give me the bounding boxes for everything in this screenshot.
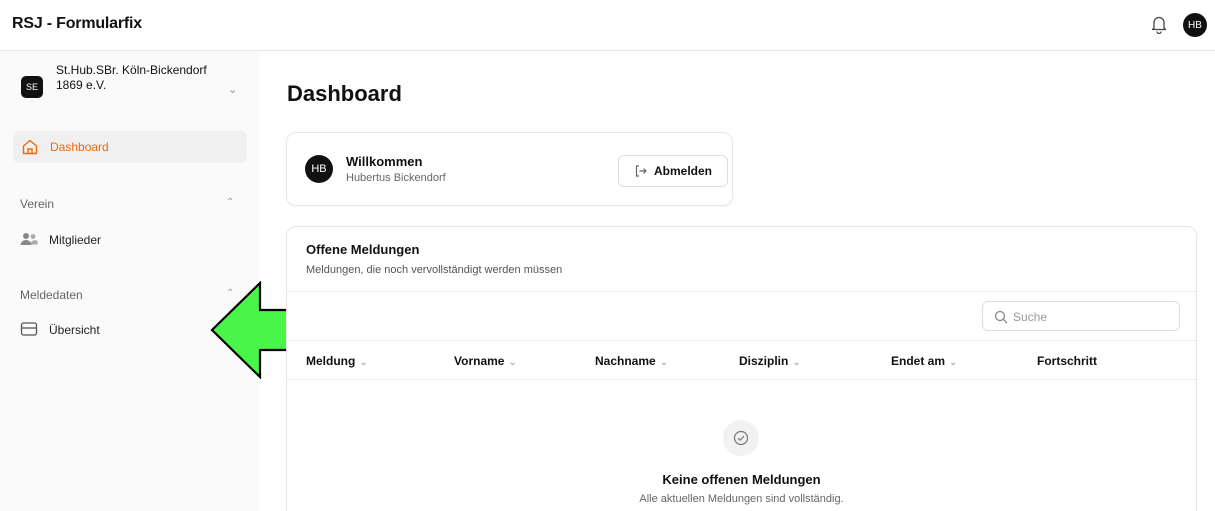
column-disziplin[interactable]: Disziplin ⌄ — [739, 354, 801, 368]
welcome-card: HB Willkommen Hubertus Bickendorf Abmeld… — [286, 132, 733, 206]
open-reports-card: Offene Meldungen Meldungen, die noch ver… — [286, 226, 1197, 511]
logout-label: Abmelden — [653, 164, 712, 178]
sidebar-item-label: Dashboard — [50, 140, 109, 154]
user-avatar[interactable]: HB — [1183, 13, 1207, 37]
logout-button[interactable]: Abmelden — [618, 155, 728, 187]
sort-icon: ⌄ — [949, 357, 958, 368]
sort-icon: ⌄ — [659, 357, 669, 368]
bell-icon[interactable] — [1150, 14, 1168, 34]
empty-state-title: Keine offenen Meldungen — [662, 472, 821, 487]
column-fortschritt: Fortschritt — [1037, 354, 1097, 368]
sidebar-item-mitglieder[interactable]: Mitglieder — [20, 228, 240, 252]
logout-icon — [635, 165, 647, 177]
column-label: Meldung — [306, 354, 356, 368]
search-input[interactable] — [1013, 308, 1173, 326]
column-label: Nachname — [595, 354, 656, 368]
chevron-down-icon: ⌄ — [228, 84, 238, 96]
section-verein-header[interactable]: Verein ⌃ — [20, 197, 240, 211]
divider — [287, 291, 1196, 292]
avatar: HB — [305, 155, 333, 183]
table-header: Meldung ⌄ Vorname ⌄ Nachname ⌄ Disziplin ⌄ E… — [287, 340, 1196, 380]
column-vorname[interactable]: Vorname ⌄ — [454, 354, 517, 368]
sidebar-item-label: Übersicht — [49, 323, 100, 337]
search-icon — [994, 310, 1008, 324]
org-badge: SE — [21, 76, 43, 98]
chevron-up-icon: ⌃ — [226, 197, 235, 208]
empty-state-subtitle: Alle aktuellen Meldungen sind vollständi… — [639, 493, 844, 505]
column-label: Vorname — [454, 354, 505, 368]
org-switcher[interactable]: SE St.Hub.SBr. Köln-Bickendorf 1869 e.V.… — [10, 59, 250, 111]
sort-icon: ⌄ — [359, 357, 368, 368]
welcome-user-name: Hubertus Bickendorf — [346, 172, 446, 184]
home-icon — [22, 139, 38, 155]
app-title[interactable]: RSJ - Formularfix — [12, 15, 142, 33]
card-title: Offene Meldungen — [306, 242, 420, 257]
top-bar: RSJ - Formularfix HB — [0, 0, 1215, 51]
column-meldung[interactable]: Meldung ⌄ — [306, 354, 368, 368]
sidebar-item-dashboard[interactable]: Dashboard — [13, 131, 247, 163]
main-content: Dashboard HB Willkommen Hubertus Bickend… — [260, 51, 1215, 511]
sidebar-item-uebersicht[interactable]: Übersicht — [20, 318, 240, 342]
users-icon — [20, 233, 38, 245]
search-box[interactable] — [982, 301, 1180, 331]
column-label: Endet am — [891, 354, 946, 368]
column-nachname[interactable]: Nachname ⌄ — [595, 354, 668, 368]
card-subtitle: Meldungen, die noch vervollständigt werd… — [306, 264, 563, 276]
section-title: Meldedaten — [20, 288, 83, 302]
org-name: St.Hub.SBr. Köln-Bickendorf 1869 e.V. — [56, 63, 207, 92]
column-endet-am[interactable]: Endet am ⌄ — [891, 354, 957, 368]
section-meldedaten-header[interactable]: Meldedaten ⌃ — [20, 288, 240, 302]
sidebar-item-label: Mitglieder — [49, 233, 102, 247]
welcome-greeting: Willkommen — [346, 154, 423, 169]
inbox-icon — [20, 322, 38, 336]
page-title: Dashboard — [287, 81, 402, 106]
check-circle-icon — [723, 420, 759, 456]
column-label: Disziplin — [739, 354, 789, 368]
section-title: Verein — [20, 197, 55, 211]
column-label: Fortschritt — [1037, 354, 1097, 368]
sort-icon: ⌄ — [792, 357, 801, 368]
sort-icon: ⌄ — [508, 357, 517, 368]
